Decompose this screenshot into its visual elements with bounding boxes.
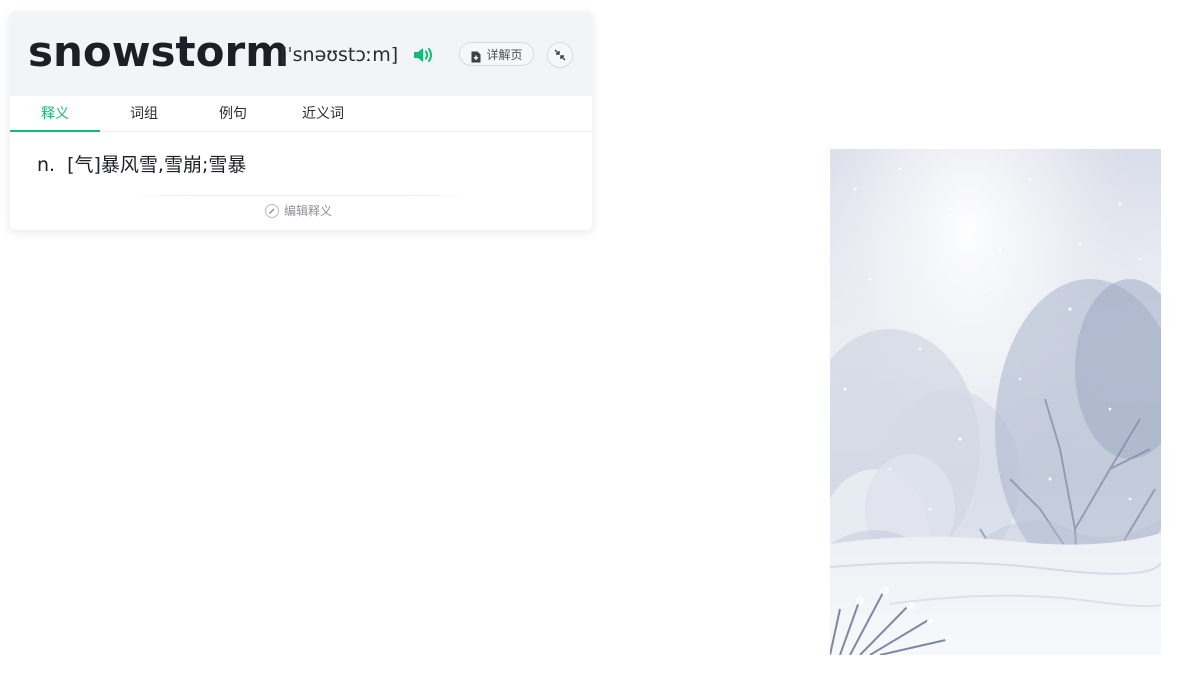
snowstorm-illustration: [830, 149, 1161, 655]
tab-examples[interactable]: 例句: [188, 96, 278, 132]
collapse-arrows-icon: [554, 49, 566, 61]
detail-page-label: 详解页: [486, 47, 523, 62]
headword: snowstorm: [28, 27, 289, 76]
tab-definition[interactable]: 释义: [10, 96, 100, 132]
active-tab-indicator: [10, 130, 100, 132]
tab-phrases[interactable]: 词组: [100, 96, 188, 132]
detail-page-button[interactable]: 详解页: [459, 42, 534, 66]
edit-definition-label: 编辑释义: [284, 204, 333, 218]
definition-line: n. [气]暴风雪,雪崩;雪暴: [37, 152, 246, 178]
divider: [130, 195, 470, 196]
dictionary-card: snowstorm [ˈsnəʊstɔːm] 详解页 释义 词组 例句 近义词 …: [10, 12, 592, 230]
document-plus-icon: [470, 48, 482, 63]
phonetic: [ˈsnəʊstɔːm]: [280, 44, 399, 66]
part-of-speech: n.: [37, 154, 56, 176]
collapse-button[interactable]: [547, 42, 573, 68]
edit-definition-link[interactable]: 编辑释义: [265, 202, 332, 219]
tab-synonyms[interactable]: 近义词: [278, 96, 368, 132]
pencil-icon: [265, 203, 279, 218]
tab-bar: 释义 词组 例句 近义词: [10, 96, 592, 132]
word-header: snowstorm [ˈsnəʊstɔːm] 详解页: [10, 12, 592, 96]
speaker-icon[interactable]: [412, 45, 434, 65]
definition-text: [气]暴风雪,雪崩;雪暴: [67, 154, 247, 176]
